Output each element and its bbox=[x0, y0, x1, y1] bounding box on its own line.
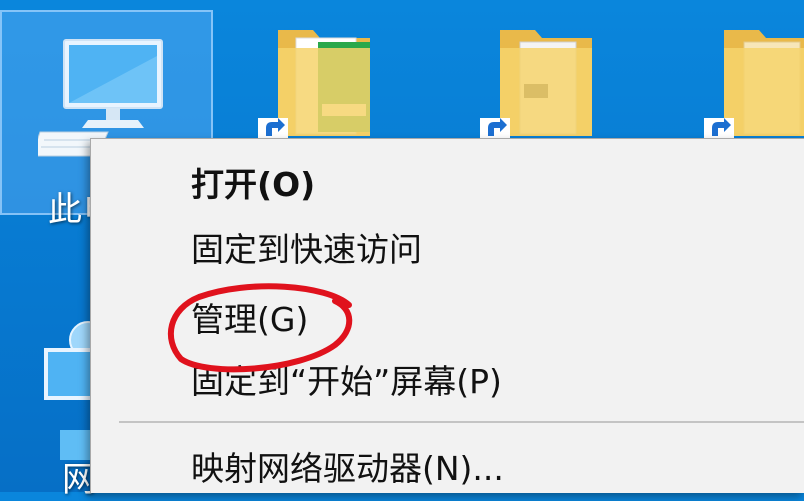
context-menu: 打开(O) 固定到快速访问 管理(G) 固定到“开始”屏幕(P) 映射网络驱动器… bbox=[90, 138, 804, 493]
desktop: 此电 网 打开(O) 固定到快速访问 管理(G) 固定到“开始”屏幕(P) 映射… bbox=[0, 0, 804, 500]
menu-item-pin-quick-access[interactable]: 固定到快速访问 bbox=[191, 222, 422, 278]
menu-item-open[interactable]: 打开(O) bbox=[191, 157, 315, 213]
menu-item-map-network-drive[interactable]: 映射网络驱动器(N)... bbox=[191, 441, 504, 497]
folder-icon[interactable] bbox=[704, 8, 804, 140]
menu-item-pin-start[interactable]: 固定到“开始”屏幕(P) bbox=[191, 354, 502, 410]
menu-item-manage[interactable]: 管理(G) bbox=[191, 292, 308, 348]
folder-icon[interactable] bbox=[258, 8, 378, 140]
folder-icon[interactable] bbox=[480, 8, 600, 140]
menu-separator bbox=[119, 421, 804, 423]
shortcut-arrow-icon bbox=[258, 118, 288, 140]
